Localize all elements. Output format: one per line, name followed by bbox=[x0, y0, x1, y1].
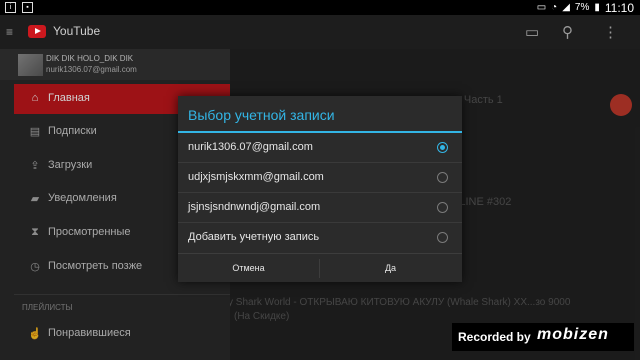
menu-icon[interactable]: ≡ bbox=[6, 25, 13, 39]
mobizen-logo: mobizen bbox=[537, 326, 609, 343]
account-option[interactable]: udjxjsmjskxmm@gmail.com bbox=[178, 163, 462, 193]
dialog-title: Выбор учетной записи bbox=[188, 107, 335, 123]
app-bar: ≡ YouTube ▭ ⚲ ⋮ bbox=[0, 15, 640, 49]
add-account-label: Добавить учетную запись bbox=[188, 231, 320, 243]
screen-icon: ▪ bbox=[22, 2, 33, 13]
status-bar: i ▪ ▭ ◔ ◢ 7% ▮ 11:10 bbox=[0, 0, 640, 15]
account-option-label: nurik1306.07@gmail.com bbox=[188, 141, 313, 153]
radio-unselected-icon[interactable] bbox=[437, 232, 448, 243]
account-option-label: jsjnsjsndnwndj@gmail.com bbox=[188, 201, 321, 213]
recording-watermark: Recorded by mobizen bbox=[452, 323, 634, 351]
youtube-logo-icon bbox=[28, 25, 46, 38]
cast-icon[interactable]: ▭ bbox=[525, 23, 539, 41]
radio-selected-icon[interactable] bbox=[437, 142, 448, 153]
notification-icon: i bbox=[5, 2, 16, 13]
account-option-label: udjxjsmjskxmm@gmail.com bbox=[188, 171, 324, 183]
more-options-icon[interactable]: ⋮ bbox=[603, 23, 618, 41]
radio-unselected-icon[interactable] bbox=[437, 172, 448, 183]
wifi-icon: ◔ bbox=[551, 2, 558, 13]
watermark-text: Recorded by bbox=[458, 330, 531, 344]
app-title: YouTube bbox=[53, 24, 101, 38]
account-option[interactable]: jsjnsjsndnwndj@gmail.com bbox=[178, 193, 462, 223]
radio-unselected-icon[interactable] bbox=[437, 202, 448, 213]
add-account-option[interactable]: Добавить учетную запись bbox=[178, 223, 462, 252]
ok-button[interactable]: Да bbox=[320, 254, 461, 283]
signal-icon: ◢ bbox=[562, 2, 570, 13]
search-icon[interactable]: ⚲ bbox=[562, 23, 573, 41]
battery-percent: 7% bbox=[574, 2, 590, 13]
clock: 11:10 bbox=[604, 0, 634, 15]
battery-icon: ▮ bbox=[594, 2, 600, 13]
account-option[interactable]: nurik1306.07@gmail.com bbox=[178, 133, 462, 163]
cast-status-icon: ▭ bbox=[536, 2, 547, 13]
cancel-button[interactable]: Отмена bbox=[178, 254, 319, 283]
dialog-button-bar: Отмена Да bbox=[178, 253, 462, 283]
account-picker-dialog: Выбор учетной записи nurik1306.07@gmail.… bbox=[178, 96, 462, 282]
screen: i ▪ ▭ ◔ ◢ 7% ▮ 11:10 ≡ YouTube ▭ ⚲ ⋮ а -… bbox=[0, 0, 640, 360]
